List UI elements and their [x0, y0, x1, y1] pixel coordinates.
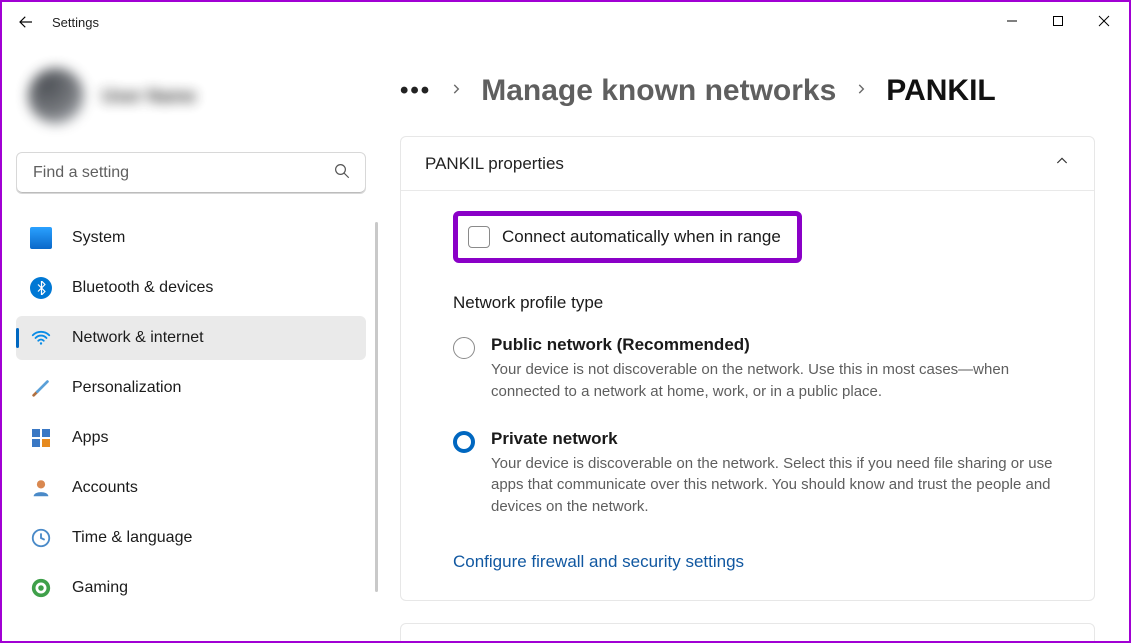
sidebar-item-label: Gaming — [72, 579, 128, 597]
breadcrumb: ••• Manage known networks PANKIL — [400, 60, 1095, 122]
sidebar-item-gaming[interactable]: Gaming — [16, 566, 366, 610]
sidebar-item-apps[interactable]: Apps — [16, 416, 366, 460]
close-button[interactable] — [1081, 4, 1127, 38]
avatar — [28, 68, 84, 124]
profile-heading: Network profile type — [453, 293, 1066, 313]
apps-icon — [30, 427, 52, 449]
back-button[interactable] — [6, 2, 46, 42]
minimize-button[interactable] — [989, 4, 1035, 38]
auto-connect-row[interactable]: Connect automatically when in range — [453, 211, 802, 263]
sidebar-item-label: Bluetooth & devices — [72, 279, 213, 297]
sidebar-item-label: Apps — [72, 429, 108, 447]
chevron-right-icon — [449, 82, 463, 101]
metered-panel[interactable]: Metered connection — [400, 623, 1095, 641]
properties-panel: PANKIL properties Connect automatically … — [400, 136, 1095, 601]
search-box[interactable] — [16, 152, 366, 194]
auto-connect-label: Connect automatically when in range — [502, 227, 781, 247]
sidebar-item-label: Time & language — [72, 529, 192, 547]
sidebar-item-label: System — [72, 229, 125, 247]
wifi-icon — [30, 327, 52, 349]
sidebar-item-personalization[interactable]: Personalization — [16, 366, 366, 410]
accounts-icon — [30, 477, 52, 499]
radio-private-title: Private network — [491, 429, 1061, 449]
system-icon — [30, 227, 52, 249]
radio-private-desc: Your device is discoverable on the netwo… — [491, 453, 1061, 518]
firewall-link[interactable]: Configure firewall and security settings — [453, 552, 744, 572]
search-input[interactable] — [31, 163, 333, 183]
maximize-button[interactable] — [1035, 4, 1081, 38]
sidebar-item-accounts[interactable]: Accounts — [16, 466, 366, 510]
panel-body: Connect automatically when in range Netw… — [401, 190, 1094, 600]
sidebar: User Name System Blu — [2, 42, 380, 641]
gaming-icon — [30, 577, 52, 599]
breadcrumb-current: PANKIL — [886, 74, 995, 108]
user-name: User Name — [102, 86, 196, 107]
sidebar-item-time[interactable]: Time & language — [16, 516, 366, 560]
clock-icon — [30, 527, 52, 549]
radio-public[interactable]: Public network (Recommended) Your device… — [453, 335, 1066, 403]
main-content: ••• Manage known networks PANKIL PANKIL … — [380, 42, 1129, 641]
sidebar-item-bluetooth[interactable]: Bluetooth & devices — [16, 266, 366, 310]
radio-public-input[interactable] — [453, 337, 475, 359]
titlebar: Settings — [2, 2, 1129, 42]
bluetooth-icon — [30, 277, 52, 299]
sidebar-item-label: Personalization — [72, 379, 181, 397]
nav-scrollbar[interactable] — [375, 222, 378, 592]
chevron-right-icon — [854, 82, 868, 101]
sidebar-item-label: Accounts — [72, 479, 138, 497]
metered-title: Metered connection — [425, 640, 574, 641]
user-header[interactable]: User Name — [16, 60, 366, 148]
search-icon — [333, 162, 351, 185]
chevron-up-icon — [1054, 153, 1070, 174]
nav-list: System Bluetooth & devices Network & int… — [16, 216, 366, 610]
breadcrumb-overflow[interactable]: ••• — [400, 77, 431, 105]
radio-private-input[interactable] — [453, 431, 475, 453]
radio-public-title: Public network (Recommended) — [491, 335, 1061, 355]
sidebar-item-label: Network & internet — [72, 329, 204, 347]
sidebar-item-system[interactable]: System — [16, 216, 366, 260]
brush-icon — [30, 377, 52, 399]
window-title: Settings — [52, 15, 99, 30]
breadcrumb-prev[interactable]: Manage known networks — [481, 74, 836, 108]
auto-connect-checkbox[interactable] — [468, 226, 490, 248]
panel-title: PANKIL properties — [425, 154, 564, 174]
window-controls — [989, 4, 1127, 38]
sidebar-item-network[interactable]: Network & internet — [16, 316, 366, 360]
radio-private[interactable]: Private network Your device is discovera… — [453, 429, 1066, 518]
radio-public-desc: Your device is not discoverable on the n… — [491, 359, 1061, 403]
panel-header[interactable]: PANKIL properties — [401, 137, 1094, 190]
